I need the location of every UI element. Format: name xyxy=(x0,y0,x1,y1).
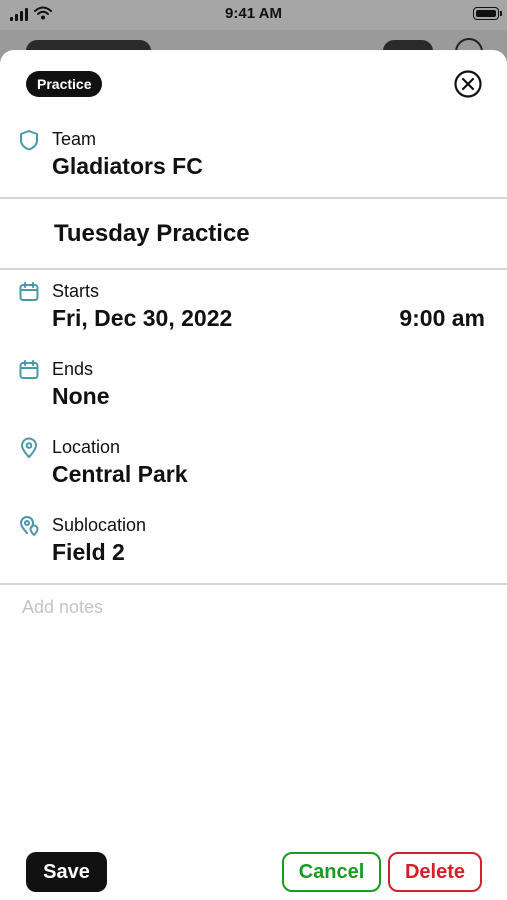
team-value: Gladiators FC xyxy=(52,153,203,179)
divider xyxy=(0,583,507,585)
ends-label: Ends xyxy=(52,359,94,379)
battery-icon xyxy=(473,7,502,20)
event-detail-sheet: Practice Team Gladiators FC Tuesday Prac… xyxy=(0,50,507,900)
location-value[interactable]: Central Park xyxy=(52,461,188,488)
event-title[interactable]: Tuesday Practice xyxy=(54,220,250,248)
sublocation-label: Sublocation xyxy=(52,515,147,535)
close-icon[interactable] xyxy=(453,69,483,99)
delete-button[interactable]: Delete xyxy=(388,852,482,892)
starts-label: Starts xyxy=(52,281,100,301)
save-button[interactable]: Save xyxy=(26,852,107,892)
ends-value[interactable]: None xyxy=(52,383,110,410)
divider xyxy=(0,197,507,199)
cancel-button[interactable]: Cancel xyxy=(282,852,381,892)
status-time: 9:41 AM xyxy=(225,5,282,22)
starts-date[interactable]: Fri, Dec 30, 2022 xyxy=(52,305,232,332)
calendar-icon xyxy=(19,282,39,301)
sublocation-value[interactable]: Field 2 xyxy=(52,539,125,566)
shield-icon xyxy=(20,130,38,151)
calendar-icon xyxy=(19,360,39,379)
location-label: Location xyxy=(52,437,121,457)
starts-time[interactable]: 9:00 am xyxy=(399,305,485,332)
notes-input[interactable]: Add notes xyxy=(22,597,103,618)
team-label: Team xyxy=(52,129,97,149)
event-type-badge: Practice xyxy=(26,71,103,97)
divider xyxy=(0,268,507,270)
status-bar: 9:41 AM xyxy=(0,0,507,30)
location-pin-icon xyxy=(21,437,37,458)
sublocation-pin-icon xyxy=(19,516,39,536)
